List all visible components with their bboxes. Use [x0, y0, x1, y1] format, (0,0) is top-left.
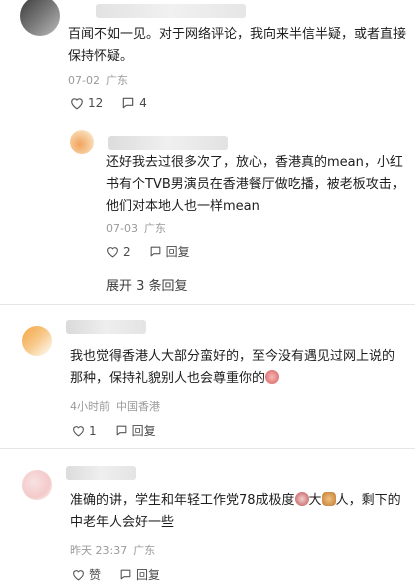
emoji-icon [294, 492, 309, 506]
reply-button[interactable]: 回复 [115, 422, 156, 439]
avatar[interactable] [22, 326, 52, 356]
comment-meta: 07-02 广东 [68, 72, 134, 88]
reply-count: 4 [139, 96, 147, 110]
comment-date: 昨天 23:37 [70, 544, 128, 557]
like-count: 1 [89, 423, 97, 438]
reply-label: 回复 [131, 424, 156, 438]
comment-date: 07-02 [68, 74, 100, 87]
comment-meta: 07-03 广东 [106, 220, 172, 236]
username-blurred[interactable] [66, 466, 136, 480]
comment-text-part-b: 大 [308, 493, 322, 508]
emoji-icon [265, 370, 280, 384]
username-blurred[interactable] [66, 320, 146, 334]
comment-text: 还好我去过很多次了，放心，香港真的mean，小红书有个TVB男演员在香港餐厅做吃… [106, 155, 405, 214]
comment-text: 我也觉得香港人大部分蛮好的，至今没有遇见过网上说的那种，保持礼貌别人也会尊重你的 [70, 346, 400, 390]
avatar[interactable] [22, 470, 52, 500]
username-blurred[interactable] [96, 4, 246, 18]
comment-icon [120, 569, 131, 580]
reply-button[interactable]: 4 [121, 96, 147, 110]
comment-date: 07-03 [106, 222, 138, 235]
avatar[interactable] [20, 0, 60, 36]
comment-text-content: 我也觉得香港人大部分蛮好的，至今没有遇见过网上说的那种，保持礼貌别人也会尊重你的 [70, 349, 396, 386]
comment-text: 百闻不如一见。对于网络评论，我向来半信半疑，或者直接保持怀疑。 [68, 27, 407, 64]
reply-button[interactable]: 回复 [119, 566, 160, 583]
reply-label: 回复 [165, 245, 190, 259]
comment-location: 广东 [133, 544, 156, 557]
like-count: 12 [88, 96, 104, 110]
comment-icon [116, 425, 127, 436]
comment-date: 4小时前 [70, 400, 110, 413]
comment-location: 中国香港 [116, 400, 160, 413]
like-button[interactable]: 1 [72, 424, 97, 438]
like-label: 赞 [89, 568, 102, 582]
heart-icon [107, 246, 118, 258]
like-button[interactable]: 赞 [72, 566, 101, 583]
like-button[interactable]: 12 [70, 96, 103, 110]
comment-text: 准确的讲，学生和年轻工作党78成极度大人，剩下的中老年人会好一些 [70, 490, 410, 534]
username-blurred[interactable] [108, 136, 228, 150]
reply-button[interactable]: 回复 [149, 243, 190, 260]
comment-text-part-a: 准确的讲，学生和年轻工作党78成极度 [70, 493, 295, 508]
expand-replies-button[interactable]: 展开 3 条回复 [106, 275, 188, 294]
avatar[interactable] [70, 130, 94, 154]
comment-meta: 4小时前 中国香港 [70, 398, 166, 414]
like-count: 2 [123, 244, 131, 259]
reply-label: 回复 [136, 568, 161, 582]
like-button[interactable]: 2 [106, 245, 131, 259]
dog-emoji-icon [321, 492, 336, 506]
comment-icon [150, 246, 161, 257]
comment-meta: 昨天 23:37 广东 [70, 542, 161, 558]
divider [0, 448, 415, 449]
heart-icon [71, 97, 83, 109]
comment-icon [123, 97, 134, 109]
comment-location: 广东 [105, 74, 128, 87]
heart-icon [73, 569, 84, 581]
comment-location: 广东 [143, 222, 166, 235]
divider [0, 304, 415, 305]
heart-icon [73, 425, 84, 437]
